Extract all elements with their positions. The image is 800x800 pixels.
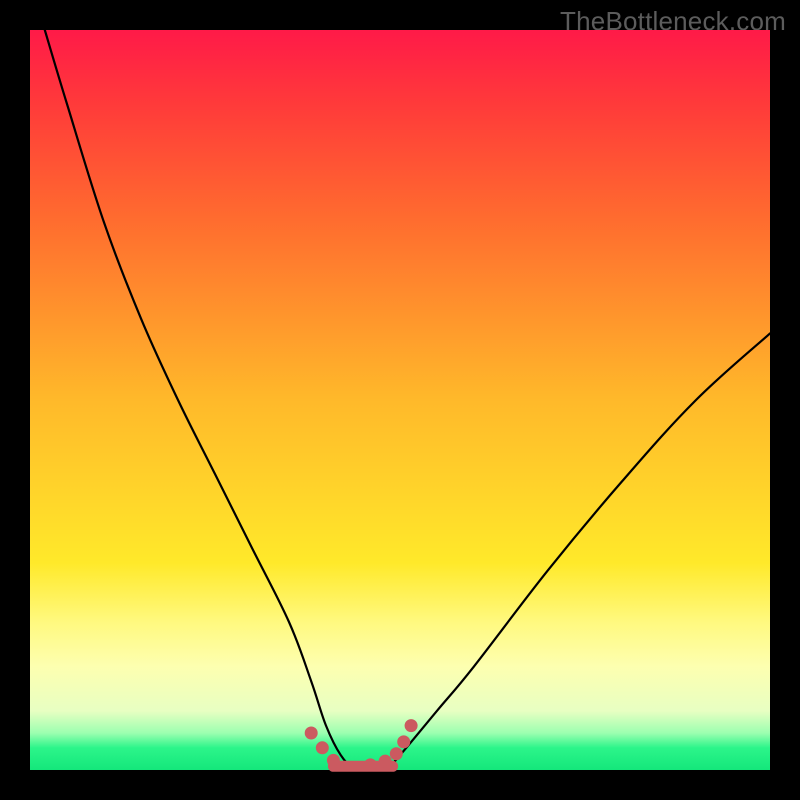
valley-dot — [397, 735, 410, 748]
chart-frame: TheBottleneck.com — [0, 0, 800, 800]
bottleneck-curve-path — [45, 30, 770, 771]
valley-dot — [327, 754, 340, 767]
valley-dot — [390, 747, 403, 760]
valley-dot — [316, 741, 329, 754]
valley-dot — [364, 758, 377, 771]
curve-svg — [30, 30, 770, 770]
valley-dot — [379, 755, 392, 768]
valley-dot — [305, 727, 318, 740]
valley-dot — [405, 719, 418, 732]
plot-area — [30, 30, 770, 770]
